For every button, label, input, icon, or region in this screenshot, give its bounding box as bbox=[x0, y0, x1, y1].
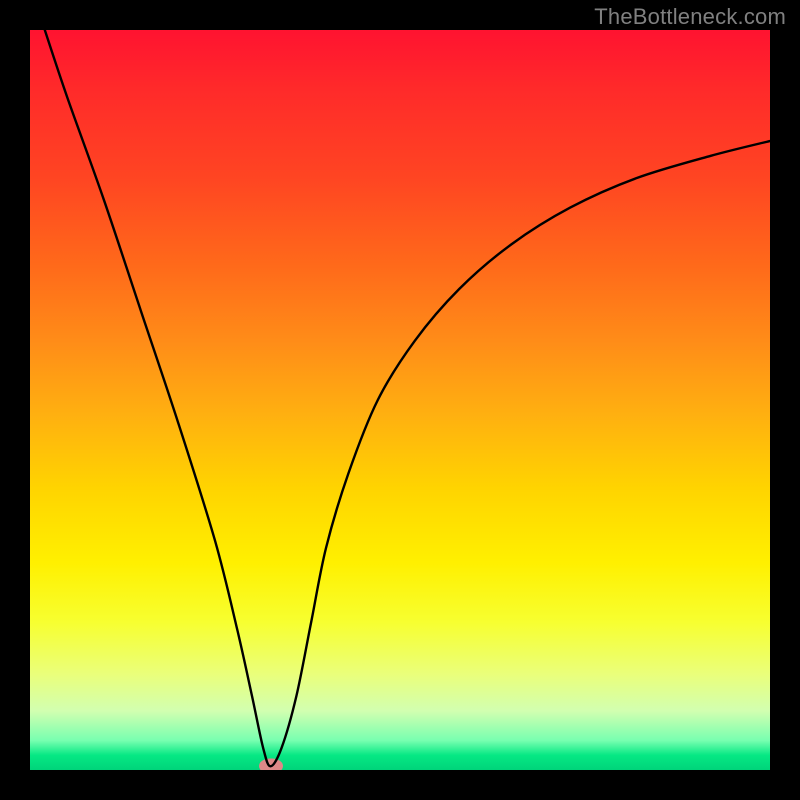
watermark-label: TheBottleneck.com bbox=[594, 4, 786, 30]
chart-frame: TheBottleneck.com bbox=[0, 0, 800, 800]
bottleneck-curve bbox=[45, 30, 770, 766]
plot-area bbox=[30, 30, 770, 770]
curve-svg bbox=[30, 30, 770, 770]
